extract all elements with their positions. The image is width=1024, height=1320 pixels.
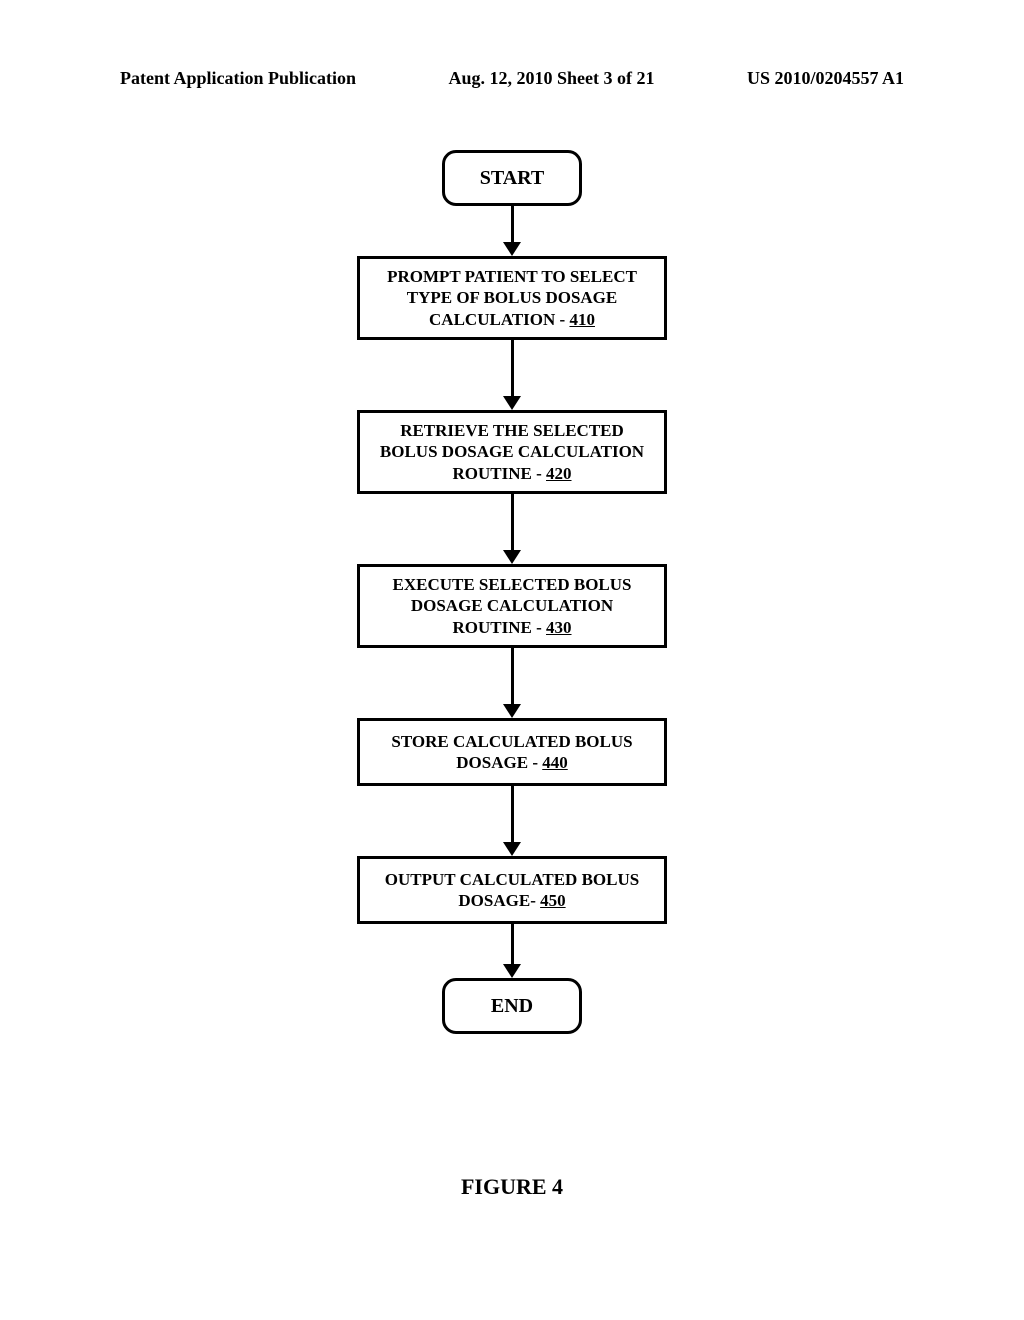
arrow-icon	[503, 494, 521, 564]
step-text: OUTPUT CALCULATED BOLUS DOSAGE- 450	[370, 869, 654, 912]
arrow-shaft	[511, 340, 514, 396]
end-terminator: END	[442, 978, 582, 1034]
step-ref: 440	[542, 753, 568, 772]
arrow-icon	[503, 206, 521, 256]
step-ref: 420	[546, 464, 572, 483]
arrow-shaft	[511, 206, 514, 242]
arrow-icon	[503, 786, 521, 856]
step-sep: -	[528, 753, 542, 772]
arrow-head-icon	[503, 242, 521, 256]
arrow-icon	[503, 340, 521, 410]
step-body: PROMPT PATIENT TO SELECT TYPE OF BOLUS D…	[387, 267, 637, 329]
arrow-icon	[503, 924, 521, 978]
step-body: RETRIEVE THE SELECTED BOLUS DOSAGE CALCU…	[380, 421, 644, 483]
step-sep: -	[530, 891, 540, 910]
header-right: US 2010/0204557 A1	[747, 68, 904, 89]
step-ref: 450	[540, 891, 566, 910]
header-left: Patent Application Publication	[120, 68, 356, 89]
step-ref: 430	[546, 618, 572, 637]
arrow-shaft	[511, 924, 514, 964]
step-sep: -	[555, 310, 569, 329]
flowchart: START PROMPT PATIENT TO SELECT TYPE OF B…	[0, 150, 1024, 1034]
figure-caption: FIGURE 4	[0, 1174, 1024, 1200]
arrow-head-icon	[503, 550, 521, 564]
arrow-head-icon	[503, 704, 521, 718]
step-440: STORE CALCULATED BOLUS DOSAGE - 440	[357, 718, 667, 786]
step-450: OUTPUT CALCULATED BOLUS DOSAGE- 450	[357, 856, 667, 924]
arrow-head-icon	[503, 396, 521, 410]
page-header: Patent Application Publication Aug. 12, …	[0, 68, 1024, 89]
arrow-icon	[503, 648, 521, 718]
step-body: STORE CALCULATED BOLUS DOSAGE	[391, 732, 632, 772]
arrow-head-icon	[503, 964, 521, 978]
header-center: Aug. 12, 2010 Sheet 3 of 21	[449, 68, 655, 89]
start-terminator: START	[442, 150, 582, 206]
end-label: END	[491, 994, 533, 1019]
step-410: PROMPT PATIENT TO SELECT TYPE OF BOLUS D…	[357, 256, 667, 340]
start-label: START	[480, 166, 545, 191]
step-body: EXECUTE SELECTED BOLUS DOSAGE CALCULATIO…	[392, 575, 631, 637]
arrow-shaft	[511, 786, 514, 842]
arrow-shaft	[511, 648, 514, 704]
step-ref: 410	[569, 310, 595, 329]
step-body: OUTPUT CALCULATED BOLUS DOSAGE	[385, 870, 639, 910]
step-text: RETRIEVE THE SELECTED BOLUS DOSAGE CALCU…	[370, 420, 654, 484]
step-sep: -	[532, 618, 546, 637]
step-430: EXECUTE SELECTED BOLUS DOSAGE CALCULATIO…	[357, 564, 667, 648]
step-text: EXECUTE SELECTED BOLUS DOSAGE CALCULATIO…	[370, 574, 654, 638]
step-text: STORE CALCULATED BOLUS DOSAGE - 440	[370, 731, 654, 774]
step-text: PROMPT PATIENT TO SELECT TYPE OF BOLUS D…	[370, 266, 654, 330]
step-sep: -	[532, 464, 546, 483]
arrow-shaft	[511, 494, 514, 550]
arrow-head-icon	[503, 842, 521, 856]
step-420: RETRIEVE THE SELECTED BOLUS DOSAGE CALCU…	[357, 410, 667, 494]
page: Patent Application Publication Aug. 12, …	[0, 0, 1024, 1320]
